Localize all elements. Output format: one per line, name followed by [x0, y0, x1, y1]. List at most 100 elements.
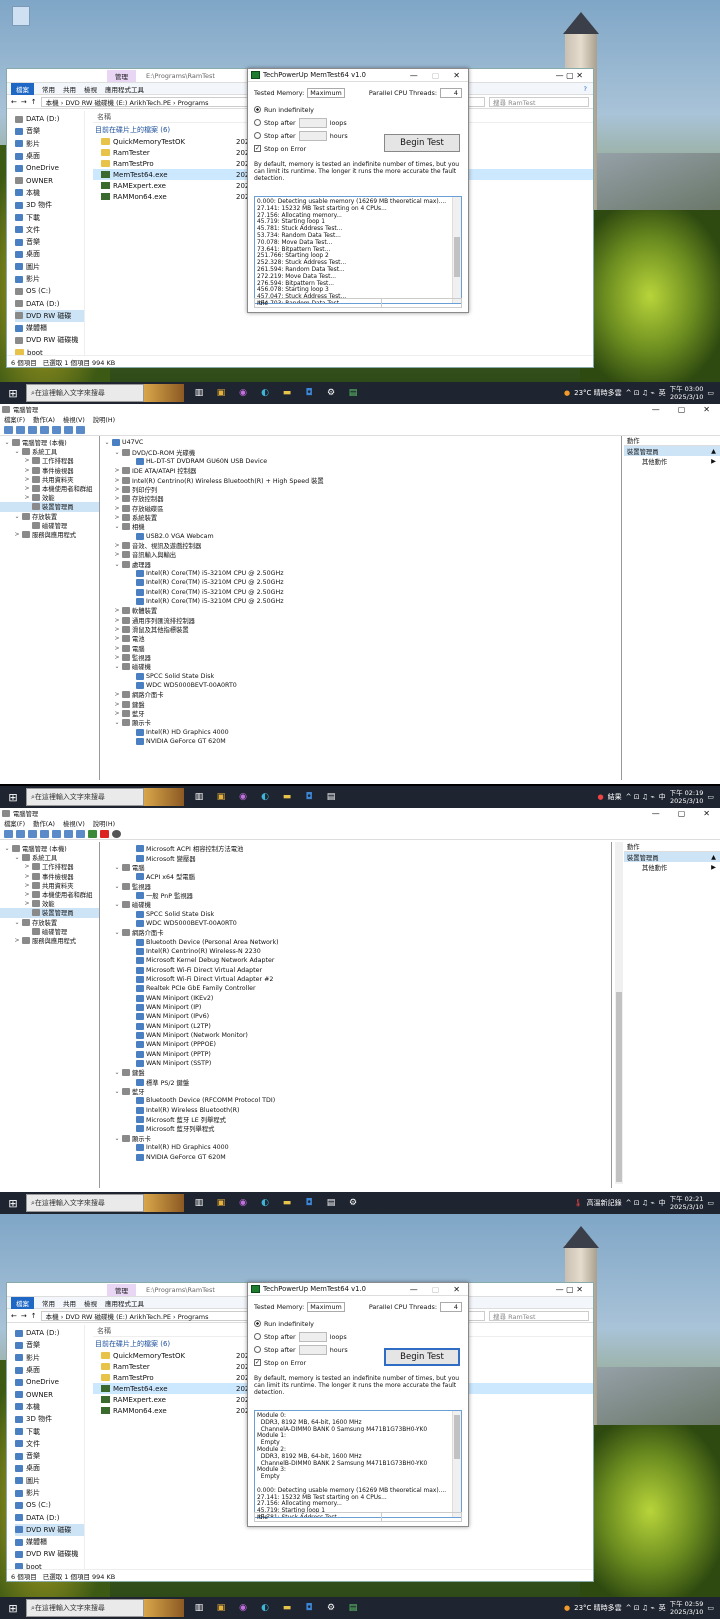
expand-toggle-icon[interactable]: > — [24, 882, 30, 889]
tree-node[interactable]: Intel(R) Core(TM) i5-3210M CPU @ 2.50GHz — [102, 588, 621, 597]
expand-toggle-icon[interactable]: > — [114, 701, 120, 708]
tree-node[interactable]: ⌄ 相機 — [102, 522, 621, 531]
tree-node[interactable]: > 存放磁碟區 — [102, 503, 621, 513]
expand-toggle-icon[interactable]: > — [114, 691, 120, 698]
expand-toggle-icon[interactable]: ⌄ — [104, 439, 110, 446]
tree-node[interactable]: > 共用資料夾 — [0, 475, 99, 484]
tree-node[interactable]: > 本機使用者和群組 — [0, 484, 99, 493]
file-explorer-icon[interactable]: ▬ — [276, 1599, 298, 1617]
tree-node[interactable]: ACPI x64 型電腦 — [102, 872, 611, 881]
nav-item[interactable]: 音樂 — [15, 1450, 84, 1462]
expand-toggle-icon[interactable]: > — [24, 476, 30, 483]
weather-icon[interactable]: ● — [564, 389, 570, 397]
tree-node[interactable]: WAN Miniport (SSTP) — [102, 1059, 611, 1068]
expand-toggle-icon[interactable]: > — [24, 863, 30, 870]
tree-node[interactable]: WDC WD5000BEVT-00A0RT0 — [102, 919, 611, 928]
view-icon[interactable] — [64, 829, 73, 838]
tree-node[interactable]: > 共用資料夾 — [0, 881, 99, 890]
expand-toggle-icon[interactable]: > — [114, 654, 120, 661]
weather-text[interactable]: 23°C 晴時多雲 — [574, 388, 622, 398]
expand-toggle-icon[interactable]: ⌄ — [14, 448, 20, 455]
forward-icon[interactable] — [16, 829, 25, 838]
stop-on-error-checkbox[interactable]: ✓ — [254, 1359, 261, 1366]
tree-node[interactable]: > 存放控制器 — [102, 494, 621, 503]
expand-toggle-icon[interactable]: ⌄ — [114, 523, 120, 530]
expand-toggle-icon[interactable]: ⌄ — [14, 854, 20, 861]
task-view-icon[interactable]: ▥ — [188, 1599, 210, 1617]
tree-node[interactable]: WAN Miniport (PPTP) — [102, 1050, 611, 1059]
nav-item[interactable]: 音樂 — [15, 236, 84, 248]
computer-management-taskbar-icon[interactable]: ▤ — [320, 788, 342, 806]
ribbon-app-tools[interactable]: 應用程式工具 — [105, 1298, 144, 1308]
taskbar-search[interactable]: ⌕ 在這裡輸入文字來搜尋 — [26, 1599, 144, 1617]
notification-icon[interactable]: ▭ — [707, 1604, 714, 1612]
expand-toggle-icon[interactable]: > — [114, 542, 120, 549]
expand-toggle-icon[interactable]: > — [114, 607, 120, 614]
properties-icon[interactable] — [40, 425, 49, 434]
nav-item[interactable]: OneDrive — [15, 1376, 84, 1388]
expand-toggle-icon[interactable]: ⌄ — [114, 883, 120, 890]
threads-stepper[interactable]: 4 — [440, 1301, 462, 1312]
stop-after-loops-radio[interactable] — [254, 1333, 261, 1340]
tree-node[interactable]: Intel(R) Core(TM) i5-3210M CPU @ 2.50GHz — [102, 578, 621, 587]
system-tray-icons[interactable]: ^ ⊡ ♫ ⌁ — [626, 389, 655, 397]
log-scrollbar[interactable] — [452, 1411, 461, 1517]
tree-node[interactable]: > 效能 — [0, 899, 99, 908]
tree-node[interactable]: Intel(R) HD Graphics 4000 — [102, 728, 621, 737]
expand-toggle-icon[interactable]: ⌄ — [114, 901, 120, 908]
tree-node[interactable]: > IDE ATA/ATAPI 控制器 — [102, 466, 621, 475]
manage-tab[interactable]: 管理 — [107, 69, 136, 82]
loops-input[interactable] — [298, 1331, 327, 1342]
notification-icon[interactable]: ▭ — [707, 1199, 714, 1207]
computer-management-taskbar-icon[interactable]: ▤ — [320, 1194, 342, 1212]
tree-node[interactable]: > 網路介面卡 — [102, 690, 621, 699]
tree-node[interactable]: > 通用序列匯流排控制器 — [102, 616, 621, 625]
stop-on-error-checkbox[interactable]: ✓ — [254, 145, 261, 152]
expand-toggle-icon[interactable]: > — [114, 617, 120, 624]
nav-item-dvd-selected[interactable]: DVD RW 磁碟 — [15, 309, 84, 323]
app-icon[interactable]: ⚙ — [342, 1194, 364, 1212]
tree-node[interactable]: ⌄ 存放裝置 — [0, 918, 99, 927]
ime-indicator[interactable]: 英 — [659, 388, 666, 398]
store-icon[interactable]: ▣ — [210, 384, 232, 402]
tree-node[interactable]: 磁碟管理 — [0, 521, 99, 530]
weather-icon[interactable]: ● — [564, 1604, 570, 1612]
tree-node[interactable]: Intel(R) Core(TM) i5-3210M CPU @ 2.50GHz — [102, 569, 621, 578]
tree-node[interactable]: Microsoft 藍牙 LE 列舉程式 — [102, 1115, 611, 1124]
expand-toggle-icon[interactable]: ⌄ — [114, 719, 120, 726]
nav-item[interactable]: 文件 — [15, 224, 84, 236]
nav-item[interactable]: DVD RW 磁碟 — [15, 1523, 84, 1537]
clock[interactable]: 下午 02:21 2025/3/10 — [670, 1195, 704, 1211]
nav-item[interactable]: 圖片 — [15, 1475, 84, 1487]
news-icon[interactable]: ● — [598, 793, 604, 801]
nav-item[interactable]: OWNER — [15, 174, 84, 186]
nav-item[interactable]: 下載 — [15, 211, 84, 223]
nav-item[interactable]: 媒體櫃 — [15, 322, 84, 334]
tree-node[interactable]: Intel(R) Core(TM) i5-3210M CPU @ 2.50GHz — [102, 597, 621, 606]
expand-toggle-icon[interactable]: > — [114, 495, 120, 502]
expand-toggle-icon[interactable]: > — [24, 457, 30, 464]
search-input[interactable]: 搜尋 RamTest — [489, 1310, 589, 1321]
expand-toggle-icon[interactable]: ⌄ — [4, 845, 10, 852]
task-view-icon[interactable]: ▥ — [188, 384, 210, 402]
tree-node[interactable]: 一般 PnP 監視器 — [102, 891, 611, 900]
file-explorer-icon[interactable]: ▬ — [276, 788, 298, 806]
nav-item[interactable]: 文件 — [15, 1438, 84, 1450]
tree-node[interactable]: ⌄ 鍵盤 — [102, 1068, 611, 1077]
expand-toggle-icon[interactable]: ⌄ — [114, 929, 120, 936]
tree-node[interactable]: Microsoft Wi-Fi Direct Virtual Adapter — [102, 965, 611, 974]
outlook-icon[interactable]: ◘ — [298, 1599, 320, 1617]
cm-window-controls[interactable]: — ▢ ✕ — [652, 809, 720, 818]
nav-item[interactable]: DVD RW 磁碟機 — [15, 1548, 84, 1560]
nav-item[interactable]: 下載 — [15, 1425, 84, 1437]
actions-more[interactable]: 其他動作 ▶ — [624, 862, 720, 872]
ribbon-view[interactable]: 檢視 — [84, 1298, 97, 1308]
tree-node[interactable]: Intel(R) Centrino(R) Wireless-N 2230 — [102, 947, 611, 956]
app-icon[interactable]: ⚙ — [320, 1599, 342, 1617]
tree-node[interactable]: ⌄ 電腦 — [102, 863, 611, 872]
windows-start-icon[interactable]: ⊞ — [0, 791, 26, 804]
tree-node[interactable]: ⌄ 系統工具 — [0, 447, 99, 456]
tree-node[interactable]: WAN Miniport (PPPOE) — [102, 1040, 611, 1049]
recycle-bin-icon[interactable] — [12, 6, 30, 26]
system-tray-icons[interactable]: ^ ⊡ ♫ ⌁ — [626, 793, 655, 801]
